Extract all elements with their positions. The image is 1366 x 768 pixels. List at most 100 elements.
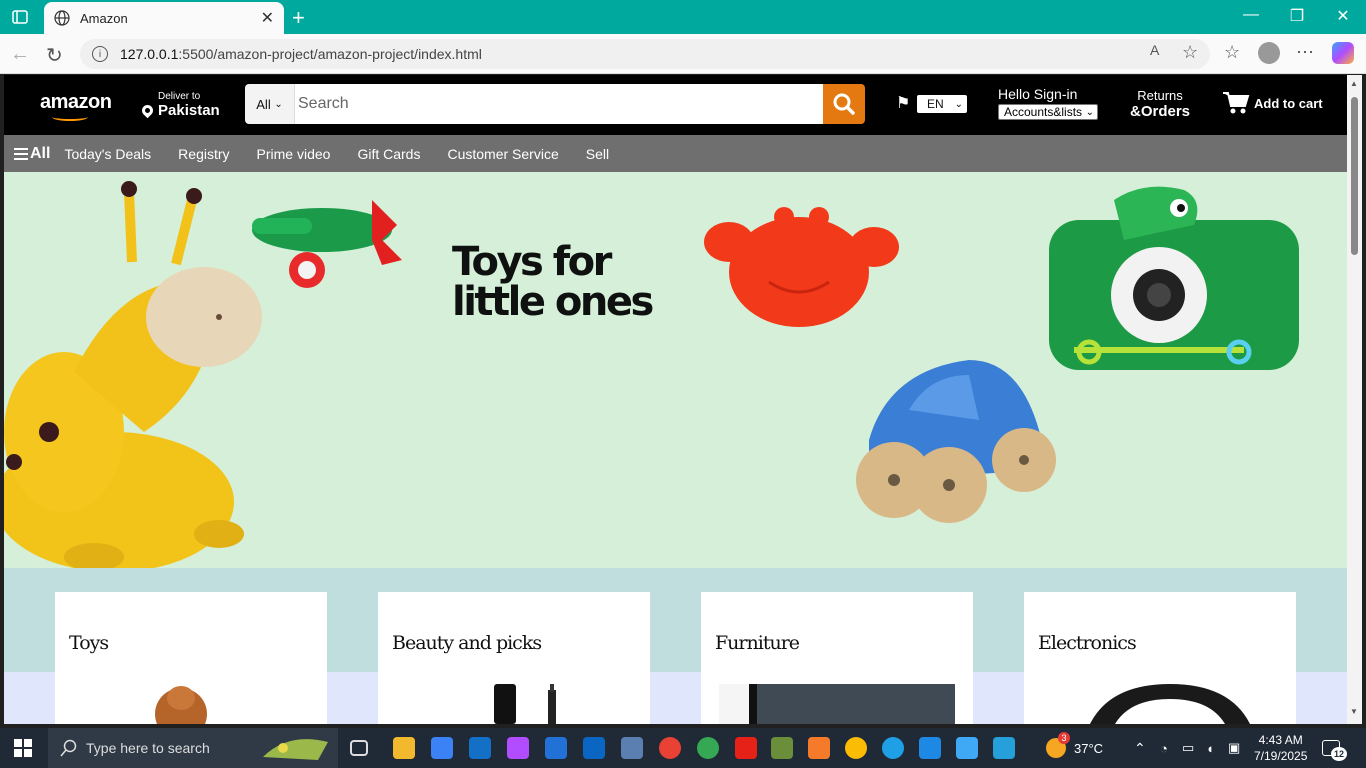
close-window-icon[interactable]: ✕ [1320, 6, 1366, 26]
hero-title: Toys for little ones [452, 242, 712, 322]
address-bar-row: ← ↻ i 127.0.0.1:5500/amazon-project/amaz… [0, 34, 1366, 74]
returns-label: Returns [1137, 88, 1183, 103]
linkedin-icon[interactable] [583, 737, 605, 759]
globe-icon [54, 10, 70, 26]
chevron-down-icon: ⌄ [954, 98, 963, 110]
favorites-icon[interactable]: ☆ [1224, 42, 1240, 63]
clock[interactable]: 4:43 AM 7/19/2025 [1254, 732, 1307, 764]
logo-text: amazon [40, 91, 112, 113]
weather-icon: 3 [1046, 732, 1070, 758]
battery-icon[interactable]: ▭ [1182, 728, 1194, 768]
all-label: All [30, 144, 51, 162]
outlook-icon[interactable] [469, 737, 491, 759]
info-icon[interactable]: i [92, 46, 108, 62]
favorite-star-icon[interactable]: ☆ [1182, 42, 1198, 63]
taskbar-search[interactable]: Type here to search [48, 728, 338, 768]
logo-smile-icon [52, 113, 88, 121]
meet-now-icon[interactable]: ▣ [1228, 728, 1240, 768]
notification-icon: 12 [1322, 740, 1347, 761]
notification-count: 12 [1331, 747, 1347, 761]
category-card-furniture[interactable]: Furniture [701, 592, 973, 724]
office-icon[interactable] [545, 737, 567, 759]
nav-item-registry[interactable]: Registry [178, 146, 229, 162]
deliver-to[interactable]: Deliver to Pakistan [139, 91, 220, 119]
read-aloud-icon[interactable]: A [1150, 42, 1159, 58]
windows-start-icon[interactable] [14, 739, 32, 757]
nav-item-customer-service[interactable]: Customer Service [447, 146, 558, 162]
chrome-user-icon[interactable] [845, 737, 867, 759]
hello-signin: Hello Sign-in [998, 86, 1078, 102]
network-icon[interactable]: ◔ [1160, 728, 1168, 768]
microsoft-store-icon[interactable] [431, 737, 453, 759]
minimize-icon[interactable]: — [1228, 6, 1274, 24]
volume-icon[interactable]: ◖ [1206, 728, 1214, 768]
photos-icon[interactable] [956, 737, 978, 759]
vscode-icon[interactable] [919, 737, 941, 759]
amazon-header: amazon Deliver to Pakistan All ⌄ Search … [4, 75, 1347, 135]
scroll-down-icon[interactable]: ▼ [1350, 707, 1358, 716]
weather-badge: 3 [1058, 732, 1070, 744]
scrollbar-thumb[interactable] [1351, 97, 1358, 255]
cart-icon [1223, 92, 1250, 114]
cart-button[interactable]: Add to cart [1222, 91, 1323, 115]
new-tab-icon[interactable]: + [292, 5, 305, 31]
car-toy-image [856, 360, 1056, 523]
browser-tab[interactable]: Amazon ✕ [44, 2, 284, 34]
chrome-icon[interactable] [659, 737, 681, 759]
account-menu[interactable]: Hello Sign-in Accounts&lists ⌄ [998, 86, 1098, 120]
category-card-beauty[interactable]: Beauty and picks [378, 592, 650, 724]
postgresql-icon[interactable] [621, 737, 643, 759]
close-tab-icon[interactable]: ✕ [261, 8, 274, 28]
copilot-icon[interactable] [1332, 42, 1354, 64]
profile-avatar-icon[interactable] [1258, 42, 1280, 64]
beauty-thumbnail-image [494, 684, 556, 724]
returns-orders[interactable]: Returns &Orders [1130, 88, 1190, 120]
chevron-down-icon: ⌄ [1085, 106, 1094, 118]
copilot-app-icon[interactable] [507, 737, 529, 759]
git-icon[interactable] [771, 737, 793, 759]
page-scrollbar[interactable]: ▲ ▼ [1347, 75, 1362, 724]
category-card-toys[interactable]: Toys [55, 592, 327, 724]
search-category-select[interactable]: All ⌄ [245, 84, 295, 124]
chrome-profile-icon[interactable] [697, 737, 719, 759]
search-input[interactable]: Search [295, 84, 823, 124]
show-hidden-icons[interactable]: ⌃ [1134, 728, 1146, 768]
url-field[interactable]: i 127.0.0.1:5500/amazon-project/amazon-p… [80, 39, 1210, 69]
category-title: Furniture [715, 632, 800, 654]
youtube-icon[interactable] [735, 737, 757, 759]
language-select[interactable]: EN ⌄ [917, 95, 967, 113]
notification-center[interactable]: 12 [1322, 728, 1347, 768]
nav-item-todays-deals[interactable]: Today's Deals [64, 146, 151, 162]
search-bar: All ⌄ Search [245, 84, 865, 124]
task-view-icon[interactable] [350, 740, 368, 756]
hero-banner[interactable]: Toys for little ones [4, 172, 1347, 568]
furniture-thumbnail-image [719, 684, 955, 724]
clock-time: 4:43 AM [1258, 733, 1303, 747]
refresh-icon[interactable]: ↻ [46, 43, 63, 68]
cart-label: Add to cart [1254, 95, 1323, 111]
category-card-electronics[interactable]: Electronics [1024, 592, 1296, 724]
search-button[interactable] [823, 84, 865, 124]
restore-icon[interactable]: ❐ [1274, 6, 1320, 26]
accounts-lists-select[interactable]: Accounts&lists ⌄ [998, 104, 1098, 120]
weather-temp: 37°C [1074, 740, 1104, 756]
more-menu-icon[interactable]: ⋯ [1296, 42, 1314, 63]
all-menu-button[interactable]: All [14, 145, 50, 163]
edge-icon[interactable] [882, 737, 904, 759]
nav-item-sell[interactable]: Sell [586, 146, 609, 162]
file-explorer-icon[interactable] [393, 737, 415, 759]
nav-item-gift-cards[interactable]: Gift Cards [357, 146, 420, 162]
url-path: :5500/amazon-project/amazon-project/inde… [178, 46, 482, 62]
xampp-icon[interactable] [808, 737, 830, 759]
nav-item-prime-video[interactable]: Prime video [257, 146, 331, 162]
amazon-nav-bar: All Today's Deals Registry Prime video G… [4, 135, 1347, 172]
scroll-up-icon[interactable]: ▲ [1350, 79, 1358, 88]
accounts-lists-value: Accounts&lists [1004, 105, 1083, 119]
url-host: 127.0.0.1 [120, 46, 179, 62]
back-icon[interactable]: ← [10, 43, 30, 66]
weather-widget[interactable]: 3 37°C [1046, 728, 1103, 768]
amazon-logo[interactable]: amazon [40, 91, 112, 121]
tab-actions-icon[interactable] [8, 6, 32, 28]
airplane-toy-image [252, 200, 402, 288]
quick-assist-icon[interactable] [993, 737, 1015, 759]
